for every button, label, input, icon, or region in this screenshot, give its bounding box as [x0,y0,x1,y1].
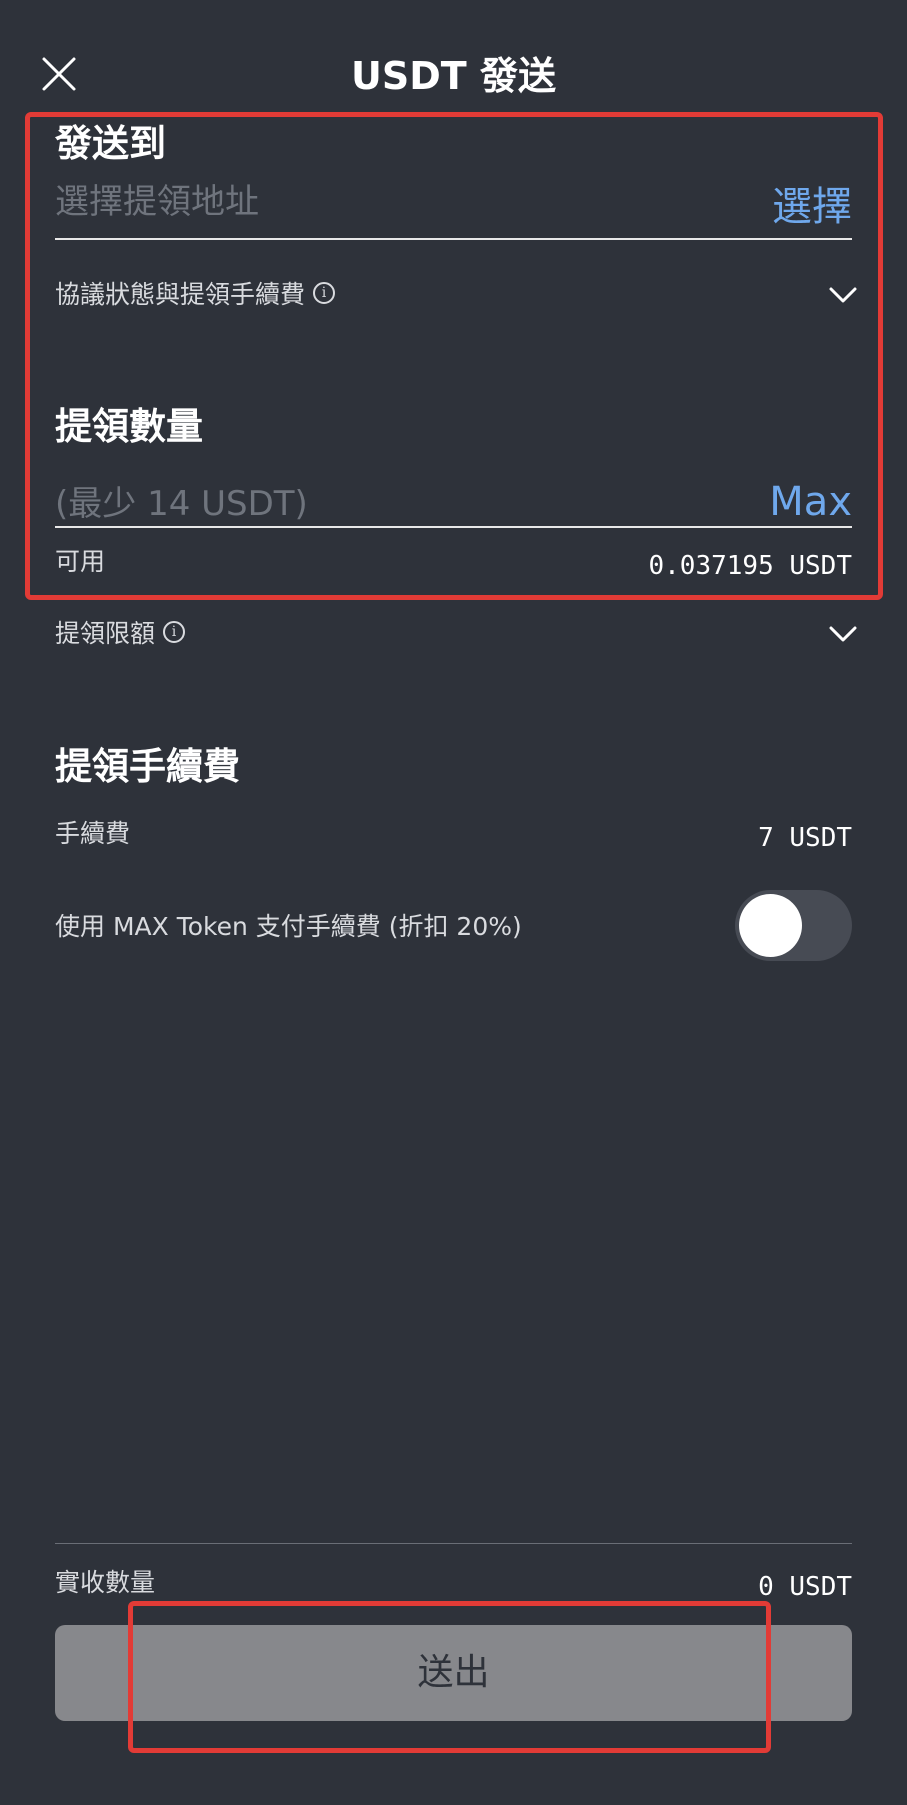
limit-expand-button[interactable] [828,619,858,649]
available-label: 可用 [55,547,106,576]
max-token-label: 使用 MAX Token 支付手續費 (折扣 20%) [55,912,522,941]
withdrawal-limit-row[interactable]: 提領限額 [55,617,186,651]
info-icon[interactable] [163,621,186,643]
max-button[interactable]: Max [769,477,852,527]
protocol-fee-row[interactable]: 協議狀態與提領手續費 [55,278,336,312]
address-placeholder: 選擇提領地址 [55,182,259,222]
footer-divider [55,1543,852,1544]
amount-title: 提領數量 [55,405,203,448]
available-value: 0.037195 USDT [648,551,853,581]
address-underline [55,238,852,240]
received-amount-label: 實收數量 [55,1568,156,1597]
info-icon[interactable] [313,282,336,304]
fee-value: 7 USDT [758,823,852,853]
page-title: USDT 發送 [351,54,556,98]
submit-button[interactable]: 送出 [55,1625,852,1721]
amount-underline [55,526,852,528]
withdrawal-limit-label: 提領限額 [55,619,156,648]
protocol-fee-label: 協議狀態與提領手續費 [55,280,306,309]
select-address-button[interactable]: 選擇 [772,182,852,232]
received-amount-value: 0 USDT [758,1572,852,1602]
chevron-down-icon [829,626,857,642]
amount-input[interactable]: (最少 14 USDT) [55,480,852,530]
protocol-expand-button[interactable] [828,280,858,310]
fee-label: 手續費 [55,819,131,848]
chevron-down-icon [829,287,857,303]
address-input[interactable]: 選擇提領地址 [55,180,852,240]
fee-title: 提領手續費 [55,745,240,788]
amount-placeholder: (最少 14 USDT) [55,484,308,524]
max-token-toggle[interactable] [735,890,852,961]
send-to-title: 發送到 [55,122,166,165]
toggle-knob [739,894,802,957]
